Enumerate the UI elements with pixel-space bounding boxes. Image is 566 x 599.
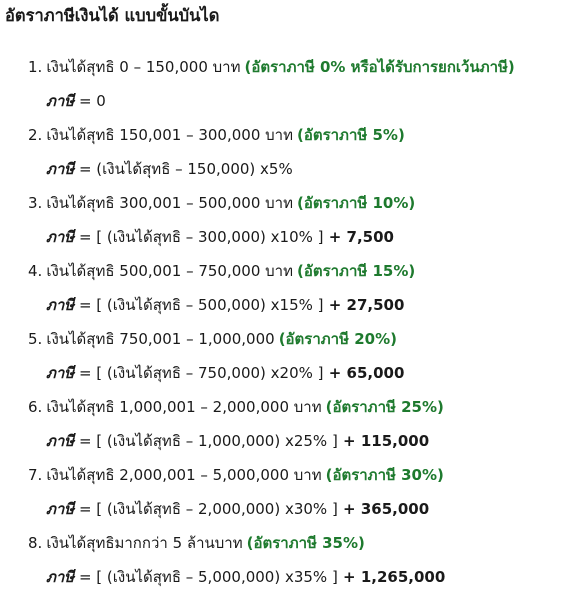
bracket-rate: (อัตราภาษี 0% หรือได้รับการยกเว้นภาษี): [244, 58, 515, 76]
formula-text: = [ (เงินได้สุทธิ – 500,000) x15% ]: [74, 296, 324, 314]
bracket-rate: (อัตราภาษี 35%): [246, 534, 365, 552]
bracket-range: เงินได้สุทธิ 2,000,001 – 5,000,000 บาท: [46, 466, 322, 484]
bracket-number: 3.: [28, 194, 43, 212]
formula-add: + 27,500: [323, 296, 405, 314]
bracket-range: เงินได้สุทธิ 0 – 150,000 บาท: [46, 58, 241, 76]
formula-label: ภาษี: [46, 92, 75, 110]
formula-line: ภาษี = [ (เงินได้สุทธิ – 750,000) x20% ]…: [46, 361, 404, 385]
tax-bracket-item: 5. เงินได้สุทธิ 750,001 – 1,000,000 (อัตรา…: [0, 327, 566, 395]
bracket-rate: (อัตราภาษี 30%): [325, 466, 444, 484]
formula-text: = [ (เงินได้สุทธิ – 750,000) x20% ]: [74, 364, 324, 382]
bracket-range: เงินได้สุทธิ 300,001 – 500,000 บาท: [46, 194, 293, 212]
formula-text: = 0: [74, 92, 106, 110]
formula-line: ภาษี = (เงินได้สุทธิ – 150,000) x5%: [46, 157, 293, 181]
bracket-rate: (อัตราภาษี 25%): [325, 398, 444, 416]
formula-text: = [ (เงินได้สุทธิ – 1,000,000) x25% ]: [74, 432, 338, 450]
formula-text: = [ (เงินได้สุทธิ – 5,000,000) x35% ]: [74, 568, 338, 586]
tax-bracket-list: 1. เงินได้สุทธิ 0 – 150,000 บาท (อัตราภาษี…: [0, 55, 566, 599]
formula-line: ภาษี = [ (เงินได้สุทธิ – 1,000,000) x25%…: [46, 429, 429, 453]
bracket-number: 2.: [28, 126, 43, 144]
bracket-line: 5. เงินได้สุทธิ 750,001 – 1,000,000 (อัตรา…: [28, 327, 397, 351]
formula-text: = [ (เงินได้สุทธิ – 2,000,000) x30% ]: [74, 500, 338, 518]
tax-bracket-item: 1. เงินได้สุทธิ 0 – 150,000 บาท (อัตราภาษี…: [0, 55, 566, 123]
formula-label: ภาษี: [46, 432, 75, 450]
bracket-line: 4. เงินได้สุทธิ 500,001 – 750,000 บาท (อัต…: [28, 259, 415, 283]
formula-text: = (เงินได้สุทธิ – 150,000) x5%: [74, 160, 293, 178]
bracket-number: 6.: [28, 398, 43, 416]
bracket-number: 8.: [28, 534, 43, 552]
formula-add: + 65,000: [323, 364, 405, 382]
formula-add: + 1,265,000: [337, 568, 446, 586]
formula-label: ภาษี: [46, 364, 75, 382]
formula-label: ภาษี: [46, 228, 75, 246]
bracket-number: 4.: [28, 262, 43, 280]
formula-label: ภาษี: [46, 568, 75, 586]
formula-add: + 7,500: [323, 228, 394, 246]
tax-bracket-item: 4. เงินได้สุทธิ 500,001 – 750,000 บาท (อัต…: [0, 259, 566, 327]
tax-bracket-item: 7. เงินได้สุทธิ 2,000,001 – 5,000,000 บาท…: [0, 463, 566, 531]
formula-label: ภาษี: [46, 296, 75, 314]
formula-add: + 115,000: [337, 432, 430, 450]
bracket-number: 7.: [28, 466, 43, 484]
bracket-rate: (อัตราภาษี 20%): [278, 330, 397, 348]
formula-label: ภาษี: [46, 500, 75, 518]
formula-line: ภาษี = [ (เงินได้สุทธิ – 500,000) x15% ]…: [46, 293, 404, 317]
bracket-range: เงินได้สุทธิ 1,000,001 – 2,000,000 บาท: [46, 398, 322, 416]
bracket-range: เงินได้สุทธิ 500,001 – 750,000 บาท: [46, 262, 293, 280]
bracket-line: 1. เงินได้สุทธิ 0 – 150,000 บาท (อัตราภาษี…: [28, 55, 515, 79]
formula-label: ภาษี: [46, 160, 75, 178]
formula-line: ภาษี = [ (เงินได้สุทธิ – 5,000,000) x35%…: [46, 565, 445, 589]
tax-bracket-item: 3. เงินได้สุทธิ 300,001 – 500,000 บาท (อัต…: [0, 191, 566, 259]
tax-bracket-item: 6. เงินได้สุทธิ 1,000,001 – 2,000,000 บาท…: [0, 395, 566, 463]
tax-bracket-item: 2. เงินได้สุทธิ 150,001 – 300,000 บาท (อัต…: [0, 123, 566, 191]
bracket-range: เงินได้สุทธิ 150,001 – 300,000 บาท: [46, 126, 293, 144]
tax-bracket-item: 8. เงินได้สุทธิมากกว่า 5 ล้านบาท (อัตราภาษ…: [0, 531, 566, 599]
bracket-rate: (อัตราภาษี 5%): [296, 126, 405, 144]
bracket-line: 2. เงินได้สุทธิ 150,001 – 300,000 บาท (อัต…: [28, 123, 405, 147]
bracket-number: 5.: [28, 330, 43, 348]
bracket-rate: (อัตราภาษี 15%): [296, 262, 416, 280]
bracket-line: 8. เงินได้สุทธิมากกว่า 5 ล้านบาท (อัตราภาษ…: [28, 531, 365, 555]
formula-line: ภาษี = [ (เงินได้สุทธิ – 300,000) x10% ]…: [46, 225, 394, 249]
page-title: อัตราภาษีเงินได้ แบบขั้นบันได: [5, 6, 220, 25]
formula-add: + 365,000: [337, 500, 430, 518]
bracket-rate: (อัตราภาษี 10%): [296, 194, 416, 212]
bracket-line: 3. เงินได้สุทธิ 300,001 – 500,000 บาท (อัต…: [28, 191, 415, 215]
bracket-range: เงินได้สุทธิ 750,001 – 1,000,000: [46, 330, 275, 348]
formula-line: ภาษี = [ (เงินได้สุทธิ – 2,000,000) x30%…: [46, 497, 429, 521]
bracket-range: เงินได้สุทธิมากกว่า 5 ล้านบาท: [46, 534, 243, 552]
bracket-line: 6. เงินได้สุทธิ 1,000,001 – 2,000,000 บาท…: [28, 395, 444, 419]
formula-line: ภาษี = 0: [46, 89, 106, 113]
bracket-line: 7. เงินได้สุทธิ 2,000,001 – 5,000,000 บาท…: [28, 463, 444, 487]
tax-rate-document: อัตราภาษีเงินได้ แบบขั้นบันได 1. เงินได้ส…: [0, 0, 566, 593]
bracket-number: 1.: [28, 58, 43, 76]
formula-text: = [ (เงินได้สุทธิ – 300,000) x10% ]: [74, 228, 324, 246]
